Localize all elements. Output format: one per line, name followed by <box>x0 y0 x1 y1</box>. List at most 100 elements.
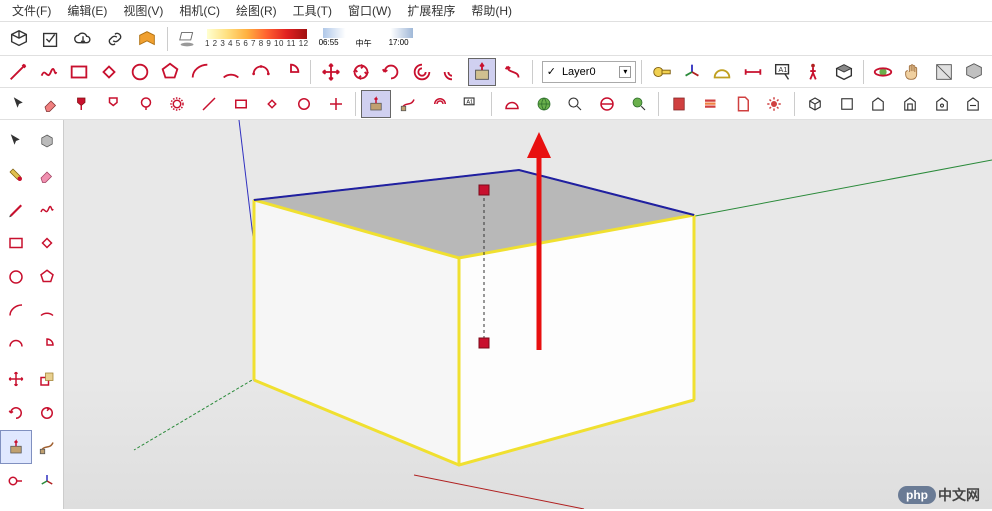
menu-tools[interactable]: 工具(T) <box>285 0 340 21</box>
menu-draw[interactable]: 绘图(R) <box>228 0 285 21</box>
face-style-icon[interactable] <box>929 58 957 86</box>
mover-icon[interactable] <box>321 90 351 118</box>
rect-rot-icon[interactable] <box>257 90 287 118</box>
pie-tool[interactable] <box>32 328 64 362</box>
viewport-3d[interactable]: php 中文网 <box>64 120 992 509</box>
layer-select[interactable]: ✓ Layer0 ▾ <box>542 61 637 83</box>
offset-icon[interactable] <box>425 90 455 118</box>
text-label-icon[interactable]: A1 <box>456 90 486 118</box>
swirl-b-icon[interactable] <box>438 58 466 86</box>
stack-icon[interactable] <box>696 90 726 118</box>
followme-icon[interactable] <box>393 90 423 118</box>
menu-view[interactable]: 视图(V) <box>115 0 171 21</box>
select-tool[interactable] <box>0 124 32 158</box>
dimension-icon[interactable] <box>738 58 766 86</box>
pencil-tool[interactable] <box>0 192 32 226</box>
pushpull-solid-icon[interactable] <box>361 90 391 118</box>
line-icon[interactable] <box>4 58 32 86</box>
rect-rot-tool[interactable] <box>32 226 64 260</box>
warehouse-icon[interactable] <box>132 25 162 53</box>
tape-tool[interactable] <box>0 464 32 498</box>
circle-tool[interactable] <box>0 260 32 294</box>
freehand-tool[interactable] <box>32 192 64 226</box>
rect-red-icon[interactable] <box>226 90 256 118</box>
menu-help[interactable]: 帮助(H) <box>463 0 520 21</box>
arc-2pt-icon[interactable] <box>216 58 244 86</box>
menu-edit[interactable]: 编辑(E) <box>59 0 115 21</box>
arc2-tool[interactable] <box>32 294 64 328</box>
menu-file[interactable]: 文件(F) <box>4 0 59 21</box>
rectangle-icon[interactable] <box>65 58 93 86</box>
orbit-icon[interactable] <box>869 58 897 86</box>
tape-icon[interactable] <box>647 58 675 86</box>
globe-icon[interactable] <box>529 90 559 118</box>
halo-icon[interactable] <box>162 90 192 118</box>
protractor-red-icon[interactable] <box>497 90 527 118</box>
move-tool[interactable] <box>0 362 32 396</box>
rotate2-tool[interactable] <box>32 396 64 430</box>
swirl-c-icon[interactable] <box>498 58 526 86</box>
cloud-icon[interactable] <box>68 25 98 53</box>
line-red-icon[interactable] <box>194 90 224 118</box>
move-icon[interactable] <box>316 58 344 86</box>
component-icon[interactable] <box>960 58 988 86</box>
time-scale[interactable]: 06:55 中午 17:00 <box>319 28 413 49</box>
axes-icon[interactable] <box>678 58 706 86</box>
walk-icon[interactable] <box>799 58 827 86</box>
component-tool[interactable] <box>32 124 64 158</box>
iso-icon[interactable] <box>800 90 830 118</box>
section-icon[interactable] <box>829 58 857 86</box>
rotate-tool[interactable] <box>0 396 32 430</box>
paint-tool[interactable] <box>0 158 32 192</box>
left-view-icon[interactable] <box>958 90 988 118</box>
hand-pan-icon[interactable] <box>899 58 927 86</box>
shadow-toggle-icon[interactable] <box>173 25 203 53</box>
globe-red-icon[interactable] <box>592 90 622 118</box>
toolbar-separator <box>532 60 533 84</box>
rotate-quad-icon[interactable] <box>347 58 375 86</box>
right-view-icon[interactable] <box>895 90 925 118</box>
axes-tool[interactable] <box>32 464 64 498</box>
file-red-icon[interactable] <box>728 90 758 118</box>
text-icon[interactable]: A1 <box>769 58 797 86</box>
menu-extensions[interactable]: 扩展程序 <box>399 0 463 21</box>
rect-tool[interactable] <box>0 226 32 260</box>
marker-top-icon <box>479 185 489 195</box>
top-view-icon[interactable] <box>832 90 862 118</box>
select-arrow-icon[interactable] <box>4 90 34 118</box>
rotated-rect-icon[interactable] <box>95 58 123 86</box>
paint-a-icon[interactable] <box>67 90 97 118</box>
circ-red-icon[interactable] <box>289 90 319 118</box>
circle-icon[interactable] <box>125 58 153 86</box>
paint-b-icon[interactable] <box>99 90 129 118</box>
book-red-icon[interactable] <box>664 90 694 118</box>
zoom-icon[interactable] <box>560 90 590 118</box>
zoomwin-icon[interactable] <box>624 90 654 118</box>
menu-window[interactable]: 窗口(W) <box>340 0 399 21</box>
paint-c-icon[interactable] <box>131 90 161 118</box>
protractor-icon[interactable] <box>708 58 736 86</box>
checkbox-icon[interactable] <box>36 25 66 53</box>
freehand-icon[interactable] <box>34 58 62 86</box>
arc-3pt-icon[interactable] <box>247 58 275 86</box>
front-view-icon[interactable] <box>863 90 893 118</box>
scale-tool[interactable] <box>32 362 64 396</box>
eraser-icon[interactable] <box>36 90 66 118</box>
pie-icon[interactable] <box>277 58 305 86</box>
pushpull-tool[interactable] <box>0 430 32 464</box>
followme-tool[interactable] <box>32 430 64 464</box>
polygon-tool[interactable] <box>32 260 64 294</box>
link-icon[interactable] <box>100 25 130 53</box>
menu-camera[interactable]: 相机(C) <box>171 0 228 21</box>
rotate-icon[interactable] <box>377 58 405 86</box>
back-view-icon[interactable] <box>927 90 957 118</box>
swirl-a-icon[interactable] <box>407 58 435 86</box>
eraser-tool[interactable] <box>32 158 64 192</box>
gear-red-icon[interactable] <box>759 90 789 118</box>
arc-tool[interactable] <box>0 294 32 328</box>
pushpull-texture-icon[interactable] <box>468 58 496 86</box>
arc3-tool[interactable] <box>0 328 32 362</box>
new-model-icon[interactable] <box>4 25 34 53</box>
arc-icon[interactable] <box>186 58 214 86</box>
polygon-icon[interactable] <box>156 58 184 86</box>
